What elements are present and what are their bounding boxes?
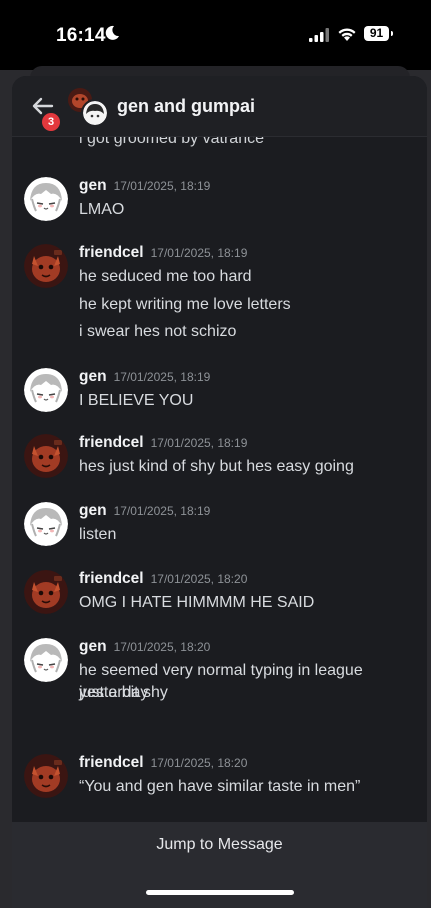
message-text[interactable]: OMG I HATE HIMMMM HE SAID [79, 592, 399, 614]
message-timestamp: 17/01/2025, 18:19 [150, 246, 248, 260]
gen-avatar[interactable] [24, 502, 68, 546]
cellular-signal-icon [309, 28, 329, 42]
message-text[interactable]: I BELIEVE YOU [79, 390, 399, 412]
message-timestamp: 17/01/2025, 18:20 [150, 756, 248, 770]
home-indicator[interactable] [146, 890, 294, 895]
message-author[interactable]: friendcel [79, 570, 144, 587]
message-author[interactable]: friendcel [79, 434, 144, 451]
message-header: gen 17/01/2025, 18:20 [79, 638, 210, 656]
gen-avatar[interactable] [24, 368, 68, 412]
message-author[interactable]: gen [79, 638, 107, 655]
gen-avatar[interactable] [24, 177, 68, 221]
message-author[interactable]: gen [79, 368, 107, 385]
message-author[interactable]: gen [79, 502, 107, 519]
wifi-icon [338, 28, 356, 41]
moon-icon [105, 25, 119, 40]
message-timestamp: 17/01/2025, 18:19 [113, 370, 211, 384]
message-author[interactable]: friendcel [79, 754, 144, 771]
message-timestamp: 17/01/2025, 18:19 [113, 504, 211, 518]
message-text[interactable]: just a bit shy [79, 682, 399, 704]
message-list[interactable]: i got groomed by vatrance gen 17/01/2025,… [12, 76, 427, 908]
friendcel-avatar[interactable] [24, 570, 68, 614]
jump-bar: Jump to Message [12, 822, 427, 908]
message-timestamp: 17/01/2025, 18:19 [150, 436, 248, 450]
group-avatar [68, 88, 109, 127]
message-header: friendcel 17/01/2025, 18:19 [79, 434, 247, 452]
message-timestamp: 17/01/2025, 18:19 [113, 179, 211, 193]
message-text[interactable]: hes just kind of shy but hes easy going [79, 456, 399, 478]
message-text[interactable]: LMAO [79, 199, 399, 221]
message-text[interactable]: he seduced me too hard [79, 266, 399, 288]
message-header: friendcel 17/01/2025, 18:19 [79, 244, 247, 262]
message-sheet: i got groomed by vatrance gen 17/01/2025,… [12, 76, 427, 908]
message-timestamp: 17/01/2025, 18:20 [150, 572, 248, 586]
message-text[interactable]: he kept writing me love letters [79, 294, 399, 316]
message-author[interactable]: friendcel [79, 244, 144, 261]
status-time: 16:14 [56, 25, 106, 46]
message-header: friendcel 17/01/2025, 18:20 [79, 754, 247, 772]
message-text[interactable]: i swear hes not schizo [79, 321, 399, 343]
status-bar: 16:14 91 [0, 0, 431, 70]
message-header: gen 17/01/2025, 18:19 [79, 177, 210, 195]
friendcel-avatar[interactable] [24, 244, 68, 288]
chat-title: gen and gumpai [117, 96, 256, 116]
gen-avatar-small [81, 99, 109, 127]
friendcel-avatar[interactable] [24, 754, 68, 798]
unread-badge: 3 [40, 111, 62, 133]
message-timestamp: 17/01/2025, 18:20 [113, 640, 211, 654]
message-header: gen 17/01/2025, 18:19 [79, 368, 210, 386]
gen-avatar[interactable] [24, 638, 68, 682]
jump-to-message-button[interactable]: Jump to Message [156, 836, 282, 854]
chat-header: 3 gen and gumpai [12, 76, 427, 137]
message-text[interactable]: “You and gen have similar taste in men” [79, 776, 399, 798]
message-author[interactable]: gen [79, 177, 107, 194]
message-header: friendcel 17/01/2025, 18:20 [79, 570, 247, 588]
friendcel-avatar[interactable] [24, 434, 68, 478]
message-header: gen 17/01/2025, 18:19 [79, 502, 210, 520]
message-text[interactable]: listen [79, 524, 399, 546]
battery-indicator: 91 [364, 26, 393, 41]
